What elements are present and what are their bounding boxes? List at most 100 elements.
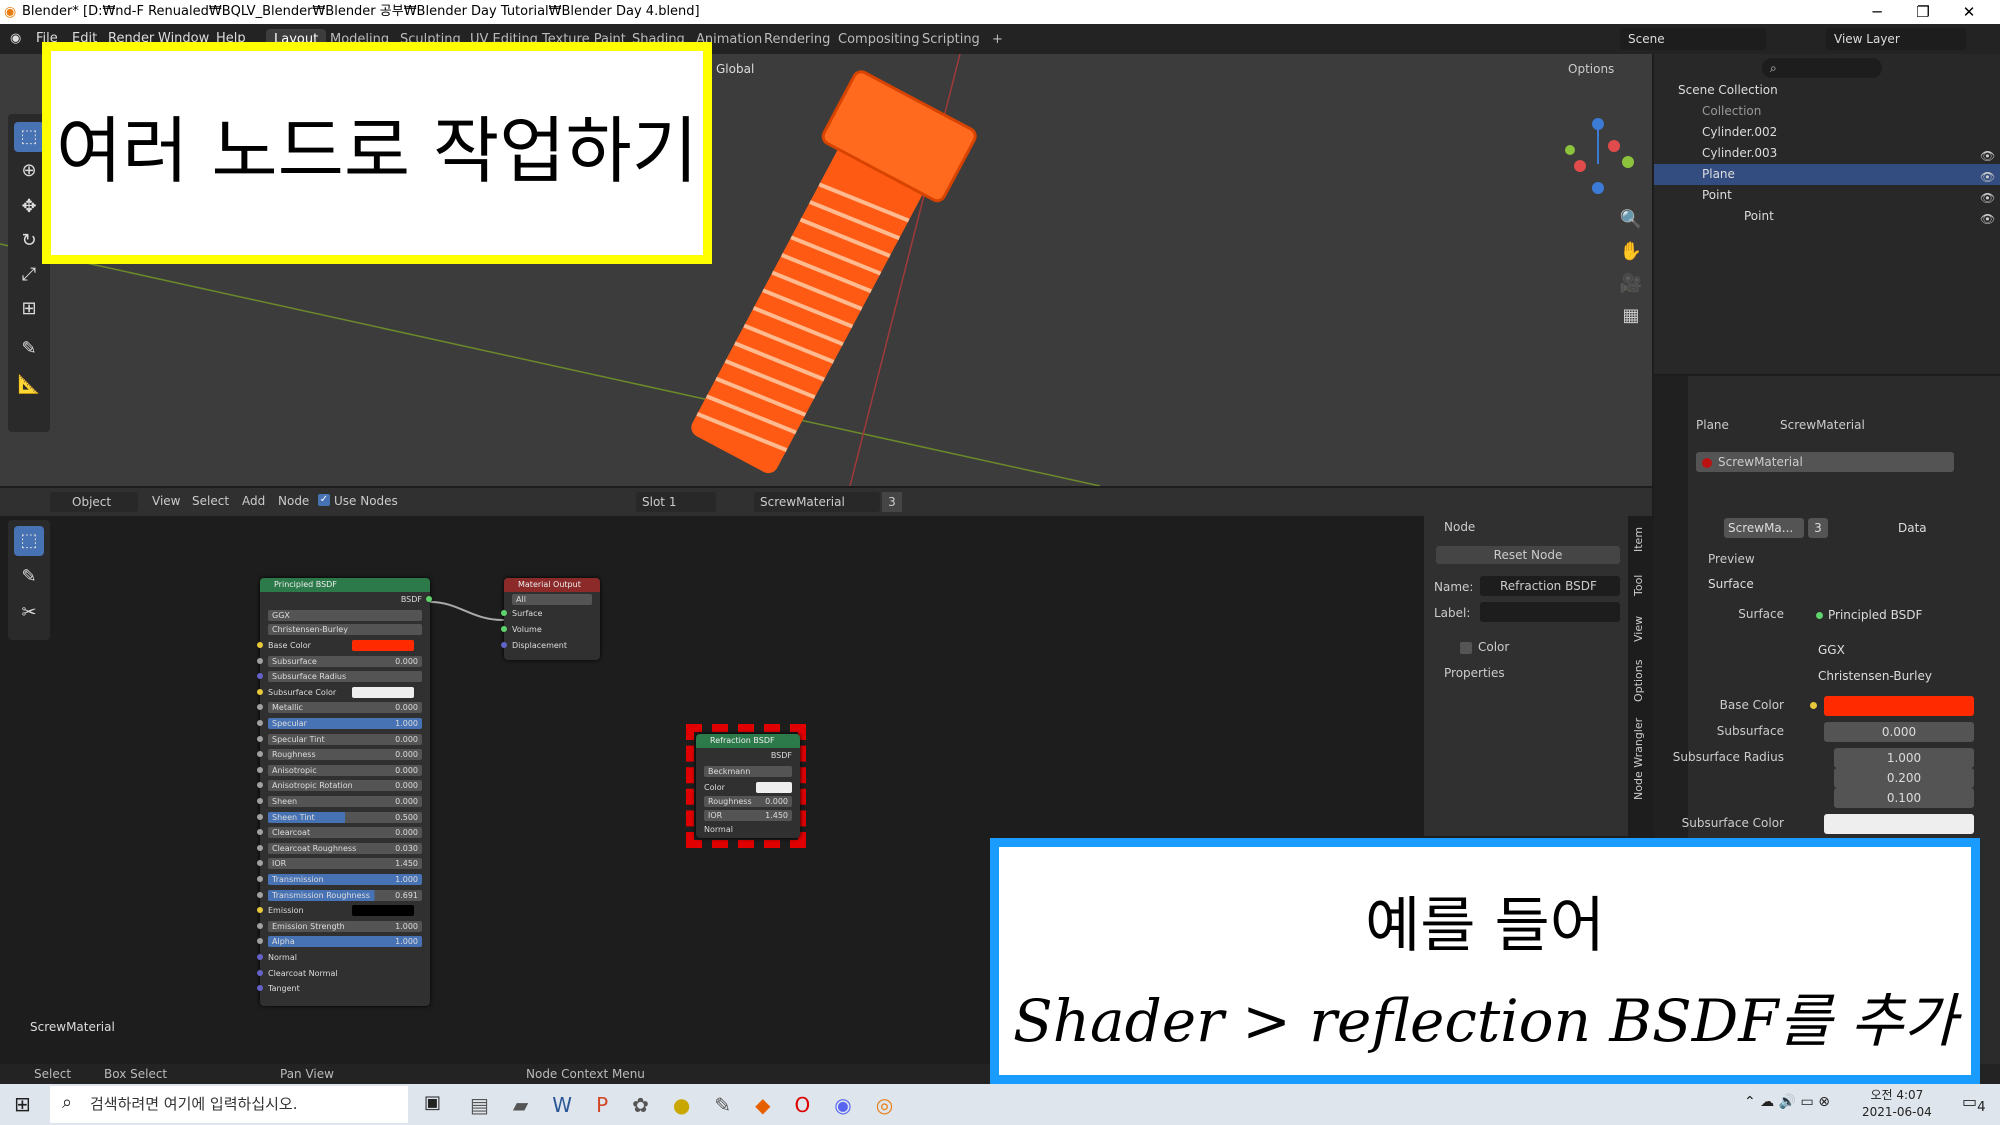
- discord-app-icon[interactable]: ◉: [834, 1093, 875, 1117]
- outliner-item-plane[interactable]: Plane: [1654, 164, 2000, 185]
- options-dropdown[interactable]: Options: [1562, 56, 1621, 82]
- radius-x-field[interactable]: 1.000: [1834, 748, 1974, 768]
- principled-input-row[interactable]: Sheen Tint 0.500: [268, 811, 422, 823]
- material-output-node[interactable]: Material Output All Surface Volume Displ…: [501, 578, 600, 660]
- use-nodes-checkbox[interactable]: ✓: [318, 494, 330, 506]
- taskbar-search-input[interactable]: 검색하려면 여기에 입력하십시오.: [50, 1086, 408, 1123]
- menu-node[interactable]: Node: [278, 494, 309, 508]
- word-app-icon[interactable]: W: [552, 1093, 596, 1117]
- node-section-header[interactable]: Node: [1444, 520, 1475, 534]
- camera-icon[interactable]: 🎥: [1616, 268, 1646, 300]
- tab-compositing[interactable]: Compositing: [830, 29, 928, 51]
- select-box-tool-icon[interactable]: ⬚: [14, 122, 44, 152]
- outliner-item-point[interactable]: Point: [1654, 185, 2000, 206]
- input-socket-icon[interactable]: [257, 782, 263, 789]
- menu-add[interactable]: Add: [242, 494, 265, 508]
- view-layer-selector[interactable]: View Layer: [1826, 28, 1966, 50]
- menu-view[interactable]: View: [152, 494, 180, 508]
- radius-y-field[interactable]: 0.200: [1834, 768, 1974, 788]
- scale-tool-icon[interactable]: ⤢: [14, 260, 44, 290]
- sidebar-tab-tool[interactable]: Tool: [1632, 575, 1645, 596]
- input-socket-icon[interactable]: [257, 735, 263, 742]
- node-label-field[interactable]: [1480, 602, 1620, 622]
- surface-socket-icon[interactable]: [501, 610, 507, 616]
- principled-dist-dropdown[interactable]: GGX: [268, 610, 422, 621]
- reset-node-button[interactable]: Reset Node: [1436, 546, 1620, 564]
- scene-selector[interactable]: Scene: [1620, 28, 1766, 50]
- node-name-field[interactable]: Refraction BSDF: [1480, 576, 1620, 596]
- notification-icon[interactable]: ▭4: [1962, 1092, 1986, 1115]
- node-material-field[interactable]: ScrewMaterial: [754, 492, 880, 512]
- input-socket-icon[interactable]: [257, 673, 263, 680]
- principled-input-row[interactable]: Subsurface 0.000: [268, 655, 422, 667]
- taskbar-clock[interactable]: 오전 4:07 2021-06-04: [1862, 1087, 1932, 1121]
- blender-app-icon[interactable]: ◎: [876, 1093, 917, 1117]
- explorer-app-icon[interactable]: ▰: [513, 1093, 552, 1117]
- measure-tool-icon[interactable]: 📐: [14, 370, 44, 400]
- input-socket-icon[interactable]: [257, 813, 263, 820]
- sidebar-tab-view[interactable]: View: [1632, 616, 1645, 642]
- principled-input-row[interactable]: Metallic 0.000: [268, 702, 422, 714]
- volume-socket-icon[interactable]: [501, 626, 507, 632]
- output-socket-icon[interactable]: [426, 596, 432, 602]
- refraction-dist-dropdown[interactable]: Beckmann: [704, 766, 792, 777]
- cursor-tool-icon[interactable]: ⊕: [14, 156, 44, 186]
- input-color-swatch[interactable]: [352, 686, 414, 698]
- sidebar-tab-item[interactable]: Item: [1632, 527, 1645, 552]
- principled-input-row[interactable]: Tangent: [268, 983, 422, 994]
- principled-input-row[interactable]: Clearcoat 0.000: [268, 827, 422, 839]
- material-users-count[interactable]: 3: [1808, 518, 1828, 538]
- input-socket-icon[interactable]: [257, 720, 263, 726]
- input-color-swatch[interactable]: [352, 640, 414, 651]
- surface-shader-field[interactable]: Principled BSDF: [1810, 605, 1974, 625]
- principled-input-row[interactable]: Anisotropic 0.000: [268, 764, 422, 776]
- input-socket-icon[interactable]: [257, 938, 263, 945]
- principled-input-row[interactable]: Clearcoat Roughness 0.030: [268, 842, 422, 854]
- input-socket-icon[interactable]: [257, 969, 263, 976]
- input-socket-icon[interactable]: [257, 860, 263, 867]
- properties-section[interactable]: Properties: [1444, 666, 1505, 680]
- data-link-dropdown[interactable]: Data: [1890, 518, 1986, 538]
- principled-sss-dropdown[interactable]: Christensen-Burley: [268, 624, 422, 635]
- input-socket-icon[interactable]: [257, 688, 263, 695]
- paint-app-icon[interactable]: ✿: [632, 1093, 673, 1117]
- opera-app-icon[interactable]: O: [795, 1093, 835, 1117]
- annotate-tool-icon[interactable]: ✎: [14, 334, 44, 364]
- task-view-icon[interactable]: ▣: [424, 1092, 441, 1113]
- subsurface-method-dropdown[interactable]: Christensen-Burley: [1810, 666, 1974, 686]
- outliner-item-cylinder-003[interactable]: Cylinder.003: [1654, 143, 2000, 164]
- base-color-swatch[interactable]: [1824, 696, 1974, 716]
- outliner-item-collection[interactable]: Collection: [1654, 101, 2000, 122]
- slot-dropdown[interactable]: Slot 1: [636, 492, 716, 512]
- node-material-users[interactable]: 3: [882, 492, 902, 512]
- principled-input-row[interactable]: IOR 1.450: [268, 858, 422, 870]
- add-workspace-icon[interactable]: +: [984, 29, 1011, 51]
- sidebar-tab-node-wrangler[interactable]: Node Wrangler: [1632, 718, 1645, 800]
- powerpoint-app-icon[interactable]: P: [596, 1093, 632, 1117]
- tab-rendering[interactable]: Rendering: [756, 29, 838, 51]
- material-slot-item[interactable]: ScrewMaterial: [1696, 452, 1954, 472]
- input-socket-icon[interactable]: [257, 876, 263, 882]
- refraction-color-swatch[interactable]: [756, 782, 792, 793]
- zoom-icon[interactable]: 🔍: [1616, 204, 1646, 236]
- firefox-app-icon[interactable]: ◆: [755, 1093, 794, 1117]
- principled-input-row[interactable]: Subsurface Radius: [268, 671, 422, 683]
- refraction-bsdf-node[interactable]: Refraction BSDF BSDF Beckmann Color Roug…: [696, 734, 800, 838]
- store-app-icon[interactable]: ▤: [470, 1093, 513, 1117]
- displacement-socket-icon[interactable]: [501, 642, 507, 648]
- principled-input-row[interactable]: Clearcoat Normal: [268, 968, 422, 979]
- mode-dropdown[interactable]: Object: [50, 492, 138, 512]
- input-socket-icon[interactable]: [257, 642, 263, 648]
- sidebar-tab-options[interactable]: Options: [1632, 660, 1645, 702]
- distribution-dropdown[interactable]: GGX: [1810, 640, 1974, 660]
- principled-input-row[interactable]: Anisotropic Rotation 0.000: [268, 780, 422, 792]
- input-socket-icon[interactable]: [257, 954, 263, 960]
- close-icon[interactable]: ✕: [1946, 0, 1992, 24]
- refraction-roughness-field[interactable]: Roughness 0.000: [704, 796, 792, 807]
- principled-bsdf-node[interactable]: Principled BSDF BSDF GGX Christensen-Bur…: [257, 578, 432, 1006]
- minimize-icon[interactable]: ─: [1854, 0, 1900, 24]
- kakaotalk-app-icon[interactable]: ●: [673, 1093, 714, 1117]
- color-checkbox[interactable]: [1460, 642, 1472, 654]
- input-socket-icon[interactable]: [257, 985, 263, 992]
- subsurface-color-swatch[interactable]: [1824, 814, 1974, 834]
